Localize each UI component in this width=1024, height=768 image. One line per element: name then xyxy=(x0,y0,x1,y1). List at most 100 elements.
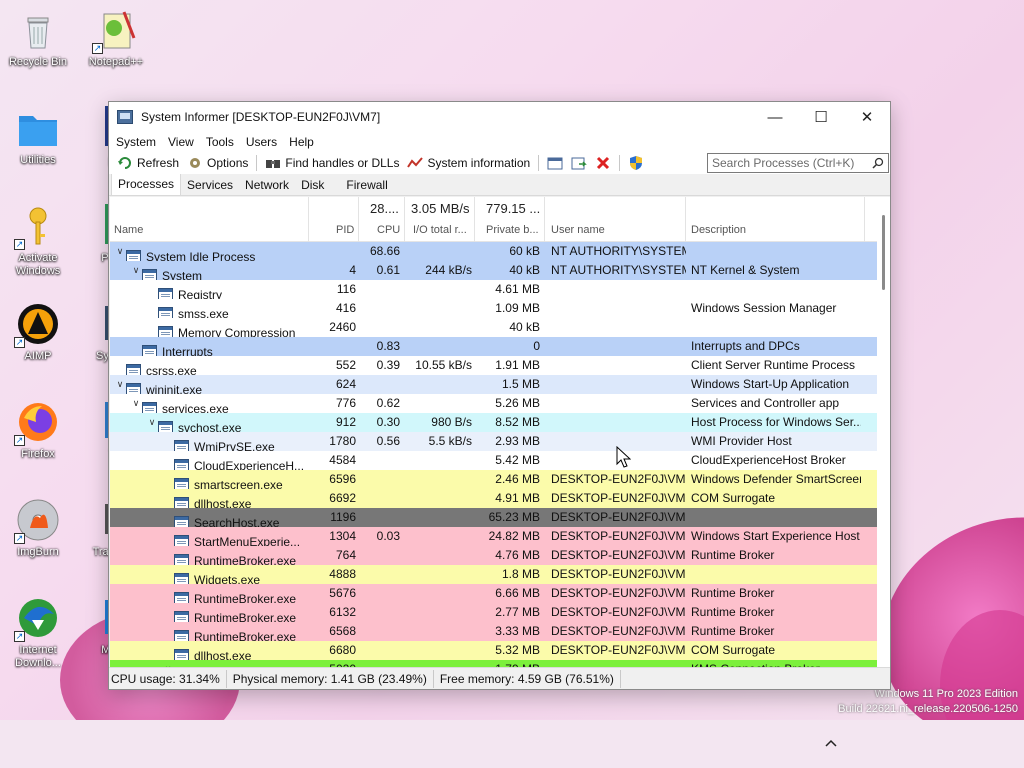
find-handles-button[interactable]: Find handles or DLLs xyxy=(261,153,403,173)
process-pid: 1304 xyxy=(329,529,356,543)
column-divider xyxy=(864,197,865,242)
system-informer-window: System Informer [DESKTOP-EUN2F0J\VM7] — … xyxy=(108,101,891,690)
tab-services[interactable]: Services xyxy=(181,175,239,195)
window-icon[interactable] xyxy=(547,155,563,171)
process-pid: 912 xyxy=(335,415,356,429)
process-private-bytes: 1.8 MB xyxy=(501,567,540,581)
process-row[interactable]: SearchHost.exe 1196 65.23 MB DESKTOP-EUN2F0… xyxy=(110,508,878,530)
process-row[interactable]: WmiPrvSE.exe 1780 0.56 5.5 kB/s 2.93 MB WMI P… xyxy=(110,432,878,454)
refresh-button[interactable]: Refresh xyxy=(113,153,183,173)
gear-icon xyxy=(190,158,201,168)
column-header-io[interactable]: I/O total r... xyxy=(413,224,467,236)
shield-icon[interactable] xyxy=(628,155,644,171)
process-row[interactable]: ∨ services.exe 776 0.62 5.26 MB Services and … xyxy=(110,394,878,416)
process-row[interactable]: ∨ System Idle Process 68.66 60 kB NT AUTHORI… xyxy=(110,242,878,264)
title-bar[interactable]: System Informer [DESKTOP-EUN2F0J\VM7] — … xyxy=(109,102,890,132)
expand-chevron-icon[interactable]: ∨ xyxy=(114,242,126,261)
cpu-usage-status: CPU usage: 31.34% xyxy=(109,669,227,688)
process-row[interactable]: smss.exe 416 1.09 MB Windows Session Manage… xyxy=(110,299,878,321)
process-pid: 5676 xyxy=(329,586,356,600)
column-header-pid[interactable]: PID xyxy=(336,224,354,236)
column-header-private-bytes[interactable]: Private b... xyxy=(486,224,539,236)
column-header-cpu[interactable]: CPU xyxy=(377,224,400,236)
process-pid: 776 xyxy=(335,396,356,410)
expand-chevron-icon[interactable]: ∨ xyxy=(114,375,126,394)
close-button[interactable]: ✕ xyxy=(844,102,890,132)
process-row[interactable]: csrss.exe 552 0.39 10.55 kB/s 1.91 MB Client … xyxy=(110,356,878,378)
search-processes-input[interactable]: Search Processes (Ctrl+K) xyxy=(707,153,889,173)
process-row[interactable]: ∨ wininit.exe 624 1.5 MB Windows Start-Up Ap… xyxy=(110,375,878,397)
vertical-scrollbar[interactable] xyxy=(877,197,890,669)
process-row[interactable]: CloudExperienceH... 4584 5.42 MB CloudExper… xyxy=(110,451,878,473)
minimize-button[interactable]: — xyxy=(752,102,798,132)
process-cpu: 0.30 xyxy=(376,415,400,429)
scrollbar-thumb[interactable] xyxy=(882,215,885,290)
process-pid: 6692 xyxy=(329,491,356,505)
process-row[interactable]: StartMenuExperie... 1304 0.03 24.82 MB DESKT… xyxy=(110,527,878,549)
process-row[interactable]: RuntimeBroker.exe 6568 3.33 MB DESKTOP-EUN2… xyxy=(110,622,878,644)
desktop-icon-recycle-bin[interactable]: Recycle Bin xyxy=(3,8,73,69)
process-row[interactable]: dllhost.exe 6692 4.91 MB DESKTOP-EUN2F0J\VM… xyxy=(110,489,878,511)
process-private-bytes: 5.42 MB xyxy=(495,453,540,467)
process-row[interactable]: ∨ System 4 0.61 244 kB/s 40 kB NT AUTHORITY\SY… xyxy=(110,261,878,283)
menu-help[interactable]: Help xyxy=(285,135,322,149)
desktop-icon-notepad-plus-plus[interactable]: ↗ Notepad++ xyxy=(81,8,151,69)
imgburn-icon: ↗ xyxy=(14,498,60,544)
search-placeholder: Search Processes (Ctrl+K) xyxy=(712,156,855,170)
search-icon[interactable] xyxy=(872,157,884,169)
graph-icon xyxy=(407,157,424,168)
process-private-bytes: 2.93 MB xyxy=(495,434,540,448)
terminate-icon[interactable] xyxy=(595,155,611,171)
process-pid: 6132 xyxy=(329,605,356,619)
process-io: 10.55 kB/s xyxy=(415,358,472,372)
expand-chevron-icon[interactable]: ∨ xyxy=(130,261,142,280)
column-header-user-name[interactable]: User name xyxy=(551,224,605,236)
window-arrow-icon[interactable] xyxy=(571,155,587,171)
desktop-icon-activate-windows[interactable]: ↗ Activate Windows xyxy=(3,204,73,278)
column-header-name[interactable]: Name xyxy=(114,224,143,236)
options-label: Options xyxy=(207,156,249,170)
system-information-button[interactable]: System information xyxy=(403,153,534,173)
menu-tools[interactable]: Tools xyxy=(202,135,242,149)
process-row[interactable]: Widgets.exe 4888 1.8 MB DESKTOP-EUN2F0J\VM7 xyxy=(110,565,878,587)
process-row[interactable]: ∨ svchost.exe 912 0.30 980 B/s 8.52 MB Host Pr… xyxy=(110,413,878,435)
menu-system[interactable]: System xyxy=(112,135,164,149)
process-private-bytes: 60 kB xyxy=(509,244,540,258)
process-row[interactable]: RuntimeBroker.exe 6132 2.77 MB DESKTOP-EUN2… xyxy=(110,603,878,625)
tab-network[interactable]: Network xyxy=(239,175,295,195)
column-header-description[interactable]: Description xyxy=(691,224,746,236)
process-description: Runtime Broker xyxy=(691,624,775,638)
process-row[interactable]: Interrupts 0.83 0 Interrupts and DPCs xyxy=(110,337,878,359)
tab-disk[interactable]: Disk xyxy=(295,175,330,195)
tab-firewall[interactable]: Firewall xyxy=(340,175,393,195)
desktop-icon-imgburn[interactable]: ↗ ImgBurn xyxy=(3,498,73,559)
desktop-icon-internet-download-manager[interactable]: ↗ Internet Downlo... xyxy=(3,596,73,670)
expand-chevron-icon[interactable]: ∨ xyxy=(130,394,142,413)
process-row[interactable]: Memory Compression 2460 40 kB xyxy=(110,318,878,340)
process-pid: 4888 xyxy=(329,567,356,581)
expand-chevron-icon[interactable]: ∨ xyxy=(146,413,158,432)
chevron-up-icon[interactable] xyxy=(824,736,838,750)
options-button[interactable]: Options xyxy=(183,153,252,173)
desktop-icon-aimp[interactable]: ↗ AIMP xyxy=(3,302,73,363)
process-row[interactable]: RuntimeBroker.exe 764 4.76 MB DESKTOP-EUN2F… xyxy=(110,546,878,568)
process-private-bytes: 4.91 MB xyxy=(495,491,540,505)
process-row[interactable]: smartscreen.exe 6596 2.46 MB DESKTOP-EUN2F0… xyxy=(110,470,878,492)
tab-processes[interactable]: Processes xyxy=(111,173,182,195)
process-row[interactable]: Registry 116 4.61 MB xyxy=(110,280,878,302)
toolbar: Refresh Options Find handles or DLLs Sys… xyxy=(109,152,890,174)
menu-view[interactable]: View xyxy=(164,135,202,149)
find-handles-label: Find handles or DLLs xyxy=(285,156,400,170)
process-row[interactable]: RuntimeBroker.exe 5676 6.66 MB DESKTOP-EUN2… xyxy=(110,584,878,606)
maximize-button[interactable]: ☐ xyxy=(798,102,844,132)
desktop-icon-utilities[interactable]: Utilities xyxy=(3,106,73,167)
menu-users[interactable]: Users xyxy=(242,135,285,149)
process-row[interactable]: dllhost.exe 6680 5.32 MB DESKTOP-EUN2F0J\VM… xyxy=(110,641,878,663)
desktop-icon-firefox[interactable]: ↗ Firefox xyxy=(3,400,73,461)
